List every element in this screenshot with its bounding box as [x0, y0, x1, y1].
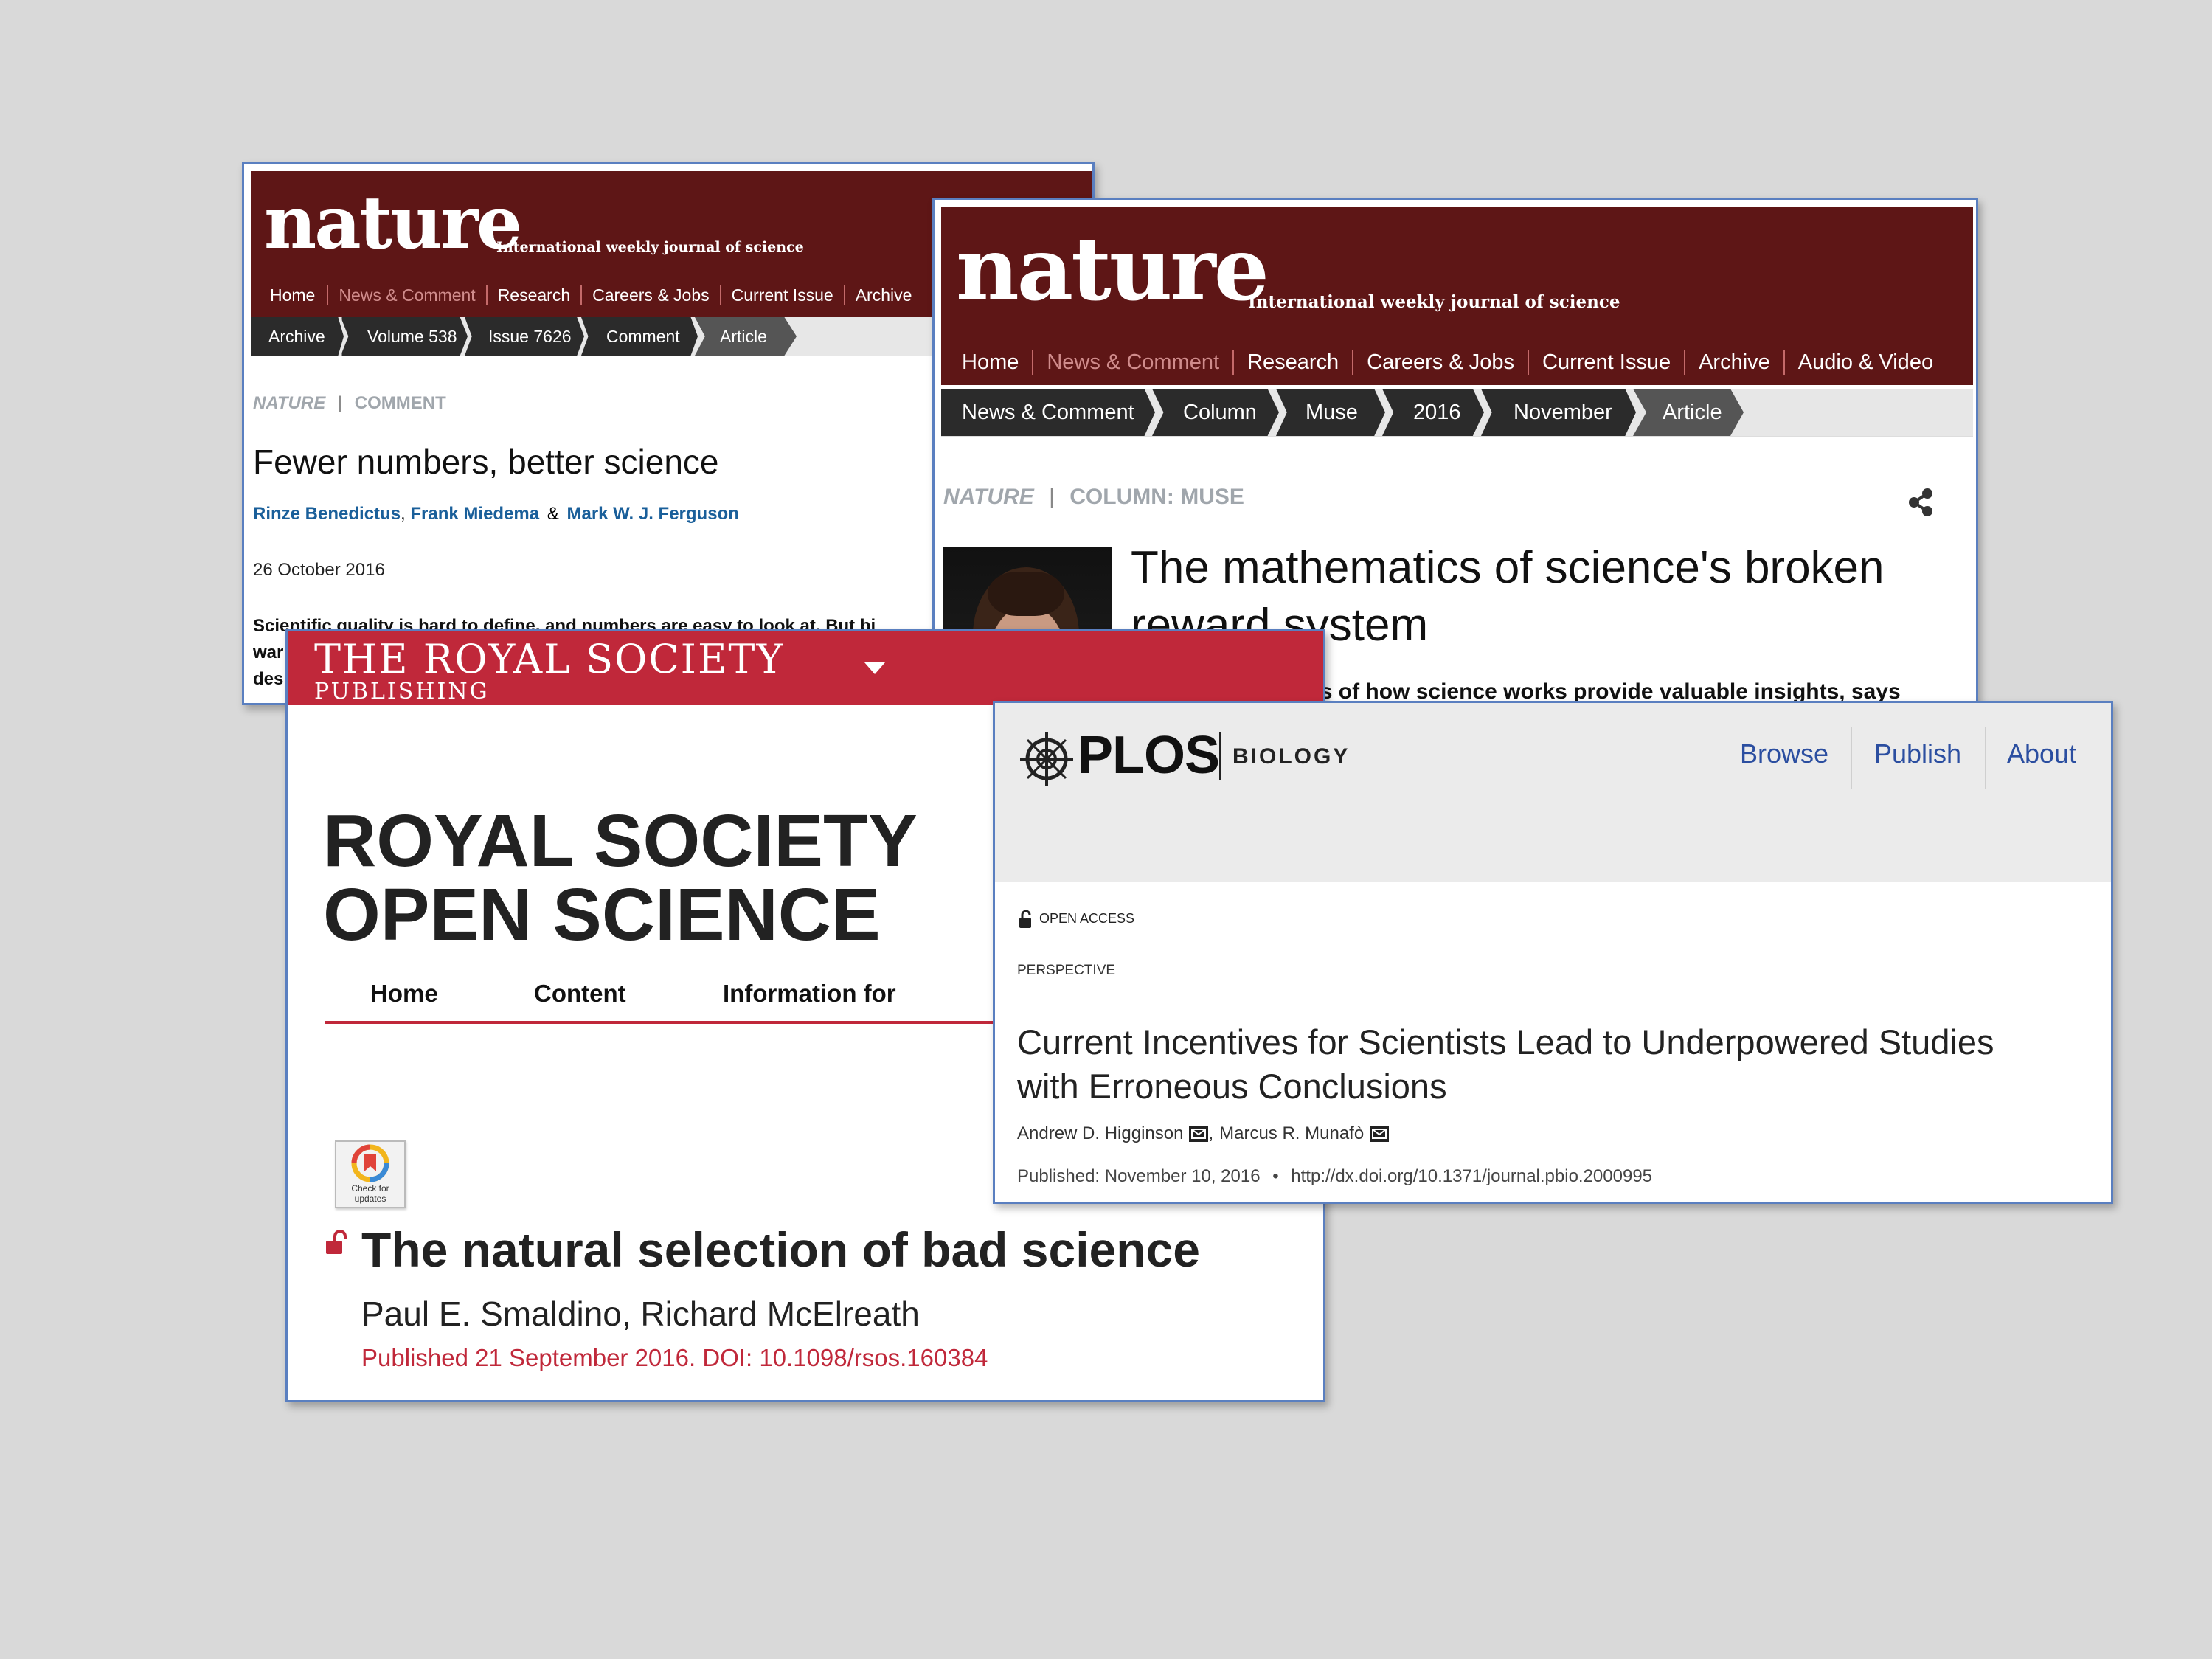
publication-info: Published: November 10, 2016 • http://dx… [1017, 1166, 1653, 1186]
nature-tagline: International weekly journal of science [496, 239, 804, 255]
nav-about[interactable]: About [2007, 738, 2076, 769]
nav-current-issue[interactable]: Current Issue [721, 285, 845, 305]
nature-logo[interactable]: nature [956, 226, 1269, 313]
author-link[interactable]: Rinze Benedictus [253, 504, 401, 524]
crumb-muse[interactable]: Muse [1276, 389, 1385, 436]
open-lock-icon [326, 1230, 347, 1254]
article-authors: Rinze Benedictus, Frank Miedema & Mark W… [253, 504, 739, 524]
nav-browse[interactable]: Browse [1740, 738, 1828, 769]
breadcrumb: News & Comment Column Muse 2016 November… [941, 389, 1973, 437]
nav-archive[interactable]: Archive [845, 285, 923, 305]
doi-link[interactable]: http://dx.doi.org/10.1371/journal.pbio.2… [1291, 1166, 1652, 1186]
royal-society-header: THE ROYAL SOCIETY PUBLISHING [288, 631, 1323, 705]
check-for-updates-badge[interactable]: Check for updates [335, 1140, 406, 1208]
royal-society-publishing: PUBLISHING [314, 679, 490, 704]
royal-society-brand[interactable]: THE ROYAL SOCIETY [314, 636, 784, 682]
nav-news-comment[interactable]: News & Comment [1033, 350, 1235, 375]
chevron-down-icon [864, 662, 885, 674]
email-icon[interactable] [1370, 1126, 1390, 1142]
nav-divider [1985, 727, 1986, 789]
nav-careers-jobs[interactable]: Careers & Jobs [1353, 350, 1530, 375]
plos-logo-icon [1020, 732, 1073, 786]
nature-nav: Home News & Comment Research Careers & J… [949, 344, 1946, 381]
nav-publish[interactable]: Publish [1874, 738, 1961, 769]
article-title: Current Incentives for Scientists Lead t… [1017, 1022, 1994, 1106]
nav-news-comment[interactable]: News & Comment [328, 285, 488, 305]
plos-divider [1219, 732, 1221, 780]
open-lock-icon [325, 1230, 347, 1255]
crumb-month[interactable]: November [1481, 389, 1636, 436]
plos-journal: BIOLOGY [1232, 744, 1351, 769]
crumb-archive[interactable]: Archive [251, 317, 344, 356]
nav-research[interactable]: Research [1234, 350, 1354, 375]
nav-audio-video[interactable]: Audio & Video [1785, 350, 1946, 375]
plos-biology-window: PLOS BIOLOGY Browse Publish About OPEN A… [993, 701, 2113, 1204]
email-icon [1189, 1126, 1209, 1142]
section-label: NATURE | COMMENT [253, 393, 446, 414]
author-link[interactable]: Andrew D. Higginson [1017, 1123, 1183, 1144]
journal-title: ROYAL SOCIETY OPEN SCIENCE [323, 800, 918, 956]
article-date: 26 October 2016 [253, 560, 385, 580]
nature-logo[interactable]: nature [264, 187, 522, 260]
nav-home[interactable]: Home [258, 285, 329, 305]
section-separator: | [337, 393, 343, 413]
lock-icon [1019, 910, 1033, 929]
email-icon [1370, 1126, 1390, 1142]
article-authors: Andrew D. Higginson , Marcus R. Munafò [1017, 1123, 1390, 1144]
plos-logo-icon[interactable] [1017, 728, 1076, 787]
nav-content[interactable]: Content [534, 980, 626, 1008]
section-name: COMMENT [354, 393, 446, 413]
share-icon [1909, 488, 1932, 516]
author-link[interactable]: Mark W. J. Ferguson [566, 504, 738, 524]
section-label: NATURE | COLUMN: MUSE [943, 485, 1244, 510]
email-icon[interactable] [1189, 1126, 1209, 1142]
nav-information-for[interactable]: Information for [723, 980, 896, 1008]
nav-divider [1851, 727, 1852, 789]
nav-home[interactable]: Home [370, 980, 438, 1008]
section-separator: | [1049, 485, 1055, 509]
nav-home[interactable]: Home [949, 350, 1034, 375]
nav-current-issue[interactable]: Current Issue [1529, 350, 1686, 375]
lock-icon [1019, 910, 1031, 928]
plos-header: PLOS BIOLOGY Browse Publish About [995, 703, 2111, 882]
article-title: Fewer numbers, better science [253, 443, 719, 481]
section-name: COLUMN: MUSE [1069, 485, 1244, 509]
article-authors: Paul E. Smaldino, Richard McElreath [361, 1295, 920, 1333]
crumb-comment[interactable]: Comment [581, 317, 698, 356]
crumb-article[interactable]: Article [1633, 389, 1744, 436]
publication-info: Published 21 September 2016. DOI: 10.109… [361, 1344, 988, 1371]
section-journal: NATURE [253, 393, 326, 413]
crumb-column[interactable]: Column [1152, 389, 1279, 436]
crumb-issue[interactable]: Issue 7626 [465, 317, 584, 356]
chevron-down-icon[interactable] [863, 661, 887, 676]
plos-wordmark[interactable]: PLOS [1078, 725, 1220, 786]
nature-header: nature International weekly journal of s… [941, 207, 1973, 385]
section-journal: NATURE [943, 485, 1034, 509]
nature-nav: Home News & Comment Research Careers & J… [258, 279, 922, 311]
crumb-article[interactable]: Article [695, 317, 797, 356]
nav-careers-jobs[interactable]: Careers & Jobs [582, 285, 721, 305]
update-icon [351, 1144, 389, 1182]
open-access-label: OPEN ACCESS [1039, 911, 1135, 926]
publish-date: Published: November 10, 2016 [1017, 1166, 1261, 1186]
crumb-news-comment[interactable]: News & Comment [941, 389, 1155, 436]
share-icon[interactable] [1905, 486, 1938, 519]
article-type: PERSPECTIVE [1017, 963, 1116, 978]
author-link[interactable]: Frank Miedema [410, 504, 539, 524]
crumb-volume[interactable]: Volume 538 [341, 317, 468, 356]
article-title: The natural selection of bad science [361, 1222, 1200, 1277]
nature-tagline: International weekly journal of science [1248, 292, 1620, 312]
author-link[interactable]: Marcus R. Munafò [1219, 1123, 1364, 1144]
crumb-year[interactable]: 2016 [1382, 389, 1484, 436]
nav-research[interactable]: Research [488, 285, 583, 305]
nav-archive[interactable]: Archive [1685, 350, 1785, 375]
